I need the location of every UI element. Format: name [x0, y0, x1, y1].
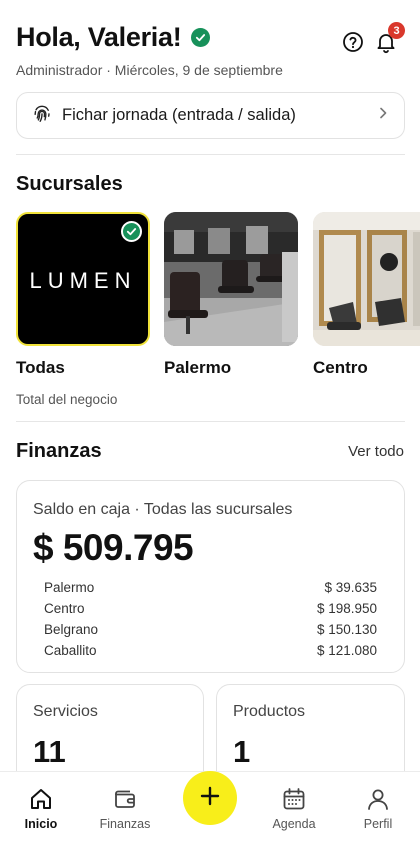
list-item: Centro $ 198.950	[44, 598, 377, 619]
branch-name: Palermo	[164, 358, 232, 377]
breakdown-amount: $ 150.130	[316, 622, 377, 637]
stat-label: Productos	[233, 703, 306, 720]
branch-subtitle: Total del negocio	[16, 392, 118, 407]
tab-label: Agenda	[272, 817, 316, 831]
branch-photo-centro	[313, 212, 420, 346]
help-icon[interactable]	[341, 30, 365, 54]
balance-amount: $ 509.795	[33, 527, 194, 568]
header: Hola, Valeria! Administrador · Miércoles…	[16, 22, 406, 82]
tab-finanzas[interactable]: Finanzas	[90, 786, 160, 831]
tab-perfil[interactable]: Perfil	[343, 786, 413, 831]
balance-breakdown: Palermo $ 39.635 Centro $ 198.950 Belgra…	[33, 577, 388, 661]
greeting-title: Hola, Valeria!	[16, 22, 182, 52]
branch-logo-lumen: LUMEN	[16, 212, 150, 346]
branches-section-title: Sucursales	[16, 173, 123, 195]
tab-label: Perfil	[363, 817, 393, 831]
clock-in-button[interactable]: Fichar jornada (entrada / salida)	[16, 92, 405, 139]
breakdown-branch: Palermo	[44, 580, 95, 595]
tab-label: Inicio	[24, 817, 58, 831]
see-all-link[interactable]: Ver todo	[348, 443, 404, 460]
balance-label: Saldo en caja · Todas las sucursales	[33, 501, 293, 518]
divider	[16, 154, 405, 155]
breakdown-branch: Centro	[44, 601, 85, 616]
finance-section-title: Finanzas	[16, 440, 102, 462]
wallet-icon	[90, 786, 160, 812]
branch-name: Todas	[16, 358, 65, 377]
stat-label: Servicios	[33, 703, 98, 720]
divider	[16, 421, 405, 422]
plus-icon	[199, 785, 221, 812]
cash-balance-card[interactable]: Saldo en caja · Todas las sucursales $ 5…	[16, 480, 405, 673]
breakdown-branch: Belgrano	[44, 622, 99, 637]
list-item: Palermo $ 39.635	[44, 577, 377, 598]
selected-check-icon	[121, 221, 142, 242]
tab-inicio[interactable]: Inicio	[6, 786, 76, 831]
branches-carousel[interactable]: LUMEN Todas Total del negocio Palermo Ce…	[16, 212, 420, 412]
stat-value: 11	[33, 734, 66, 769]
tab-label: Finanzas	[99, 817, 151, 831]
breakdown-amount: $ 198.950	[316, 601, 377, 616]
branch-photo-palermo	[164, 212, 298, 346]
list-item: Caballito $ 121.080	[44, 640, 377, 661]
fingerprint-icon	[31, 102, 53, 129]
lumen-logo-text: LUMEN	[29, 268, 137, 293]
branch-card-centro[interactable]: Centro	[313, 212, 420, 378]
calendar-icon	[259, 786, 329, 812]
add-button[interactable]	[183, 771, 237, 825]
verified-icon	[191, 28, 211, 47]
home-icon	[6, 786, 76, 812]
user-icon	[343, 786, 413, 812]
branch-card-palermo[interactable]: Palermo	[164, 212, 298, 378]
breakdown-branch: Caballito	[44, 643, 97, 658]
tab-agenda[interactable]: Agenda	[259, 786, 329, 831]
branch-name: Centro	[313, 358, 368, 377]
notification-badge: 3	[388, 22, 405, 39]
clock-in-label: Fichar jornada (entrada / salida)	[62, 106, 296, 124]
stat-value: 1	[233, 734, 251, 769]
breakdown-amount: $ 121.080	[316, 643, 377, 658]
breakdown-amount: $ 39.635	[324, 580, 377, 595]
role-date-subtitle: Administrador · Miércoles, 9 de septiemb…	[16, 62, 283, 78]
branch-card-all[interactable]: LUMEN Todas Total del negocio	[16, 212, 150, 407]
list-item: Belgrano $ 150.130	[44, 619, 377, 640]
chevron-right-icon	[376, 106, 390, 125]
